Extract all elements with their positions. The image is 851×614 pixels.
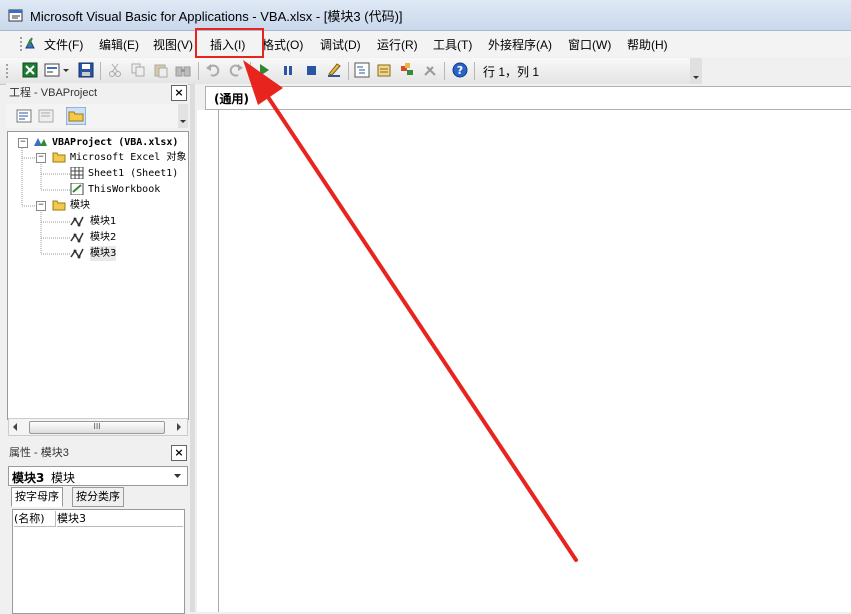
code-editor[interactable] [197,110,851,612]
toolbar-overflow[interactable] [690,58,702,84]
tree-sheet1[interactable]: Sheet1 (Sheet1) [88,166,178,181]
stop-icon[interactable] [303,62,319,78]
tree-expander[interactable]: − [36,153,46,163]
vbaproject-icon [34,138,47,146]
tree-module-2[interactable]: 模块2 [90,230,116,245]
module-icon [70,216,84,227]
menu-help[interactable]: 帮助(H) [627,36,668,53]
menu-debug[interactable]: 调试(D) [320,36,361,53]
menu-tools[interactable]: 工具(T) [433,36,472,53]
menu-bar: 文件(F) 编辑(E) 视图(V) 插入(I) 格式(O) 调试(D) 运行(R… [0,31,851,57]
properties-panel-title: 属性 - 模块3 [6,443,188,461]
chevron-left-icon[interactable] [11,422,19,432]
project-tree[interactable]: − VBAProject (VBA.xlsx) − Microsoft Exce… [7,131,189,420]
svg-text:?: ? [457,64,463,77]
toolbar-separator [444,62,445,80]
window-title: Microsoft Visual Basic for Applications … [30,9,403,24]
find-icon[interactable] [175,62,191,78]
tree-excel-objects[interactable]: Microsoft Excel 对象 [70,150,186,165]
toolbar-separator [100,62,101,80]
tree-module-3[interactable]: 模块3 [90,246,117,261]
menu-format[interactable]: 格式(O) [262,36,303,53]
chevron-down-icon [180,120,186,123]
object-combo-value: (通用) [214,92,249,106]
code-margin[interactable] [197,110,219,612]
module-icon [70,232,84,243]
tab-alphabetic[interactable]: 按字母序 [11,487,63,507]
object-type: 模块 [51,471,76,485]
object-browser-icon[interactable] [399,62,415,78]
folder-open-icon [52,200,66,211]
tab-categorized[interactable]: 按分类序 [72,487,124,507]
design-mode-icon[interactable] [326,62,342,78]
copy-icon[interactable] [130,62,146,78]
tree-root[interactable]: VBAProject (VBA.xlsx) [52,135,178,150]
object-combo[interactable]: (通用) [205,86,851,110]
properties-grid: (名称) 模块3 [12,509,185,614]
properties-tabs: 按字母序 按分类序 [8,487,186,507]
insert-menu-highlight [195,28,264,58]
toolbar-grip-icon [6,64,8,78]
worksheet-icon [70,167,84,179]
toolbar-separator [474,62,475,80]
toolbar-separator [250,62,251,80]
object-selector[interactable]: 模块3 模块 [8,466,188,486]
scroll-thumb[interactable]: III [29,421,165,434]
toolbox-icon[interactable] [422,62,438,78]
toolbar-separator [348,62,349,80]
chevron-down-icon [693,76,699,79]
save-icon[interactable] [78,62,94,78]
tree-thisworkbook[interactable]: ThisWorkbook [88,182,160,197]
menu-addins[interactable]: 外接程序(A) [488,36,552,53]
menu-edit[interactable]: 编辑(E) [99,36,139,53]
project-close-button[interactable]: × [171,85,187,101]
standard-toolbar: ? 行 1，列 1 [0,58,700,85]
vba-app-icon [8,9,23,22]
pause-icon[interactable] [280,62,296,78]
view-excel-icon[interactable] [22,62,38,78]
toolbar-separator [198,62,199,80]
tree-modules-folder[interactable]: 模块 [70,198,90,213]
menu-window[interactable]: 窗口(W) [568,36,611,53]
insert-userform-icon[interactable] [44,62,60,78]
undo-icon[interactable] [205,62,221,78]
project-horizontal-scrollbar[interactable]: III [8,418,188,436]
tree-expander[interactable]: − [18,138,28,148]
menu-view[interactable]: 视图(V) [153,36,193,53]
property-name: (名称) [14,511,56,527]
project-toolbar-overflow[interactable] [178,104,188,128]
cursor-position: 行 1，列 1 [483,65,540,79]
view-code-icon[interactable] [16,108,32,124]
properties-panel-title-text: 属性 - 模块3 [9,447,69,459]
paste-icon[interactable] [153,62,169,78]
workbook-icon [70,183,84,195]
project-explorer-icon[interactable] [354,62,370,78]
vba-menu-icon [20,37,35,51]
tree-expander[interactable]: − [36,201,46,211]
project-toolbar [6,104,188,128]
chevron-down-icon [174,474,181,478]
menu-run[interactable]: 运行(R) [377,36,418,53]
folder-open-icon [52,152,66,163]
tree-module-1[interactable]: 模块1 [90,214,116,229]
cut-icon[interactable] [107,62,123,78]
properties-window-icon[interactable] [376,62,392,78]
object-name: 模块3 [12,471,45,485]
redo-icon[interactable] [228,62,244,78]
toggle-folders-icon[interactable] [66,107,86,125]
project-panel-title: 工程 - VBAProject [6,83,188,101]
chevron-right-icon[interactable] [175,422,183,432]
chevron-down-icon[interactable] [62,62,70,78]
run-icon[interactable] [256,62,272,78]
property-value[interactable]: 模块3 [57,511,183,527]
help-icon[interactable]: ? [452,62,468,78]
module-icon [70,248,84,259]
project-panel-title-text: 工程 - VBAProject [9,87,98,99]
view-object-icon[interactable] [38,108,54,124]
properties-close-button[interactable]: × [171,445,187,461]
menu-file[interactable]: 文件(F) [44,36,83,53]
